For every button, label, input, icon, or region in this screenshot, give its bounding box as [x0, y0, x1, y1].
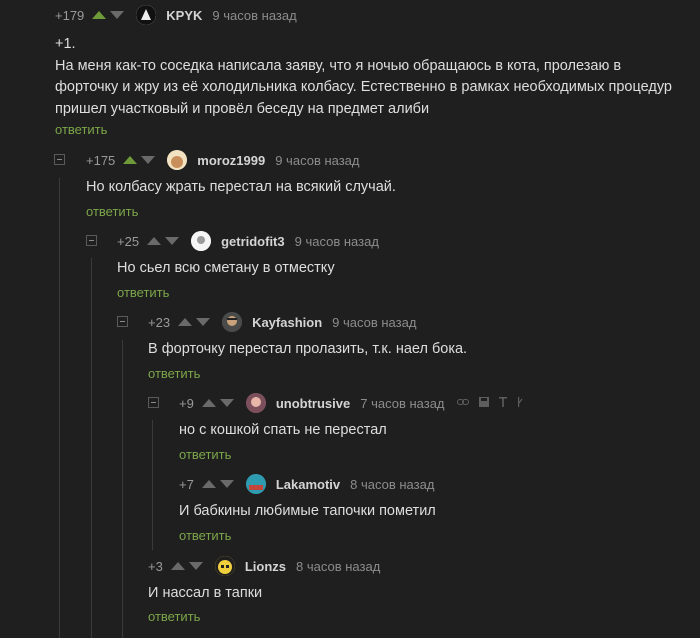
- comment-time[interactable]: 9 часов назад: [212, 8, 296, 23]
- comment-time[interactable]: 9 часов назад: [332, 315, 416, 330]
- avatar[interactable]: [136, 5, 157, 25]
- reply-link[interactable]: ответить: [148, 366, 200, 381]
- collapse-toggle[interactable]: [117, 316, 128, 327]
- upvote-icon[interactable]: [92, 11, 107, 19]
- comment-rating: +23: [148, 314, 171, 330]
- avatar[interactable]: [191, 231, 212, 251]
- comment-text: Но сьел всю сметану в отместку: [117, 260, 335, 276]
- downvote-icon[interactable]: [188, 562, 203, 570]
- comment-author[interactable]: Lakamotiv: [276, 477, 340, 492]
- collapse-toggle[interactable]: [54, 154, 65, 165]
- downvote-icon[interactable]: [110, 11, 125, 19]
- link-icon[interactable]: [456, 397, 469, 410]
- comment-rating: +3: [148, 558, 163, 574]
- save-icon[interactable]: [478, 396, 489, 410]
- comment-time[interactable]: 9 часов назад: [275, 153, 359, 168]
- avatar[interactable]: [245, 393, 266, 413]
- avatar[interactable]: [214, 556, 235, 576]
- upvote-icon[interactable]: [123, 156, 138, 164]
- comment-text: Но колбасу жрать перестал на всякий случ…: [86, 179, 396, 195]
- reply-link[interactable]: ответить: [148, 609, 200, 624]
- comment-time[interactable]: 8 часов назад: [350, 477, 434, 492]
- comment-time[interactable]: 7 часов назад: [360, 396, 444, 411]
- comment-author[interactable]: getridofit3: [221, 234, 285, 249]
- reply-link[interactable]: ответить: [86, 204, 138, 219]
- thread-line: [152, 420, 153, 550]
- upvote-icon[interactable]: [170, 562, 185, 570]
- downvote-icon[interactable]: [219, 480, 234, 488]
- upvote-icon[interactable]: [201, 399, 216, 407]
- comment-rating: +7: [179, 476, 194, 492]
- thread-line: [91, 258, 92, 638]
- comment-rating: +9: [179, 395, 194, 411]
- avatar[interactable]: [245, 474, 266, 494]
- comment-rating: +175: [86, 152, 116, 168]
- comment-rating: +25: [117, 233, 140, 249]
- comment-rating: +179: [55, 7, 85, 23]
- more-icon[interactable]: [517, 396, 523, 410]
- comment-text: +1. На меня как-то соседка написала заяв…: [55, 36, 672, 117]
- upvote-icon[interactable]: [178, 318, 193, 326]
- comment-time[interactable]: 8 часов назад: [296, 559, 380, 574]
- reply-link[interactable]: ответить: [179, 528, 231, 543]
- thread-line: [59, 178, 60, 638]
- downvote-icon[interactable]: [165, 237, 180, 245]
- comment-author[interactable]: Kayfashion: [252, 315, 322, 330]
- reply-link[interactable]: ответить: [55, 122, 107, 137]
- avatar[interactable]: [222, 312, 243, 332]
- avatar[interactable]: [167, 150, 188, 170]
- upvote-icon[interactable]: [201, 480, 216, 488]
- comment-author[interactable]: unobtrusive: [276, 396, 350, 411]
- comment-text: В форточку перестал пролазить, т.к. наел…: [148, 341, 468, 357]
- pin-icon[interactable]: [498, 396, 507, 410]
- comment-text: но с кошкой спать не перестал: [179, 422, 387, 438]
- comment-author[interactable]: KPYK: [166, 8, 202, 23]
- downvote-icon[interactable]: [141, 156, 156, 164]
- comment-text: И бабкины любимые тапочки пометил: [179, 503, 436, 519]
- downvote-icon[interactable]: [219, 399, 234, 407]
- reply-link[interactable]: ответить: [179, 447, 231, 462]
- comment-time[interactable]: 9 часов назад: [295, 234, 379, 249]
- comment-text: И нассал в тапки: [148, 585, 263, 601]
- downvote-icon[interactable]: [196, 318, 211, 326]
- upvote-icon[interactable]: [147, 237, 162, 245]
- collapse-toggle[interactable]: [148, 397, 159, 408]
- collapse-toggle[interactable]: [86, 235, 97, 246]
- reply-link[interactable]: ответить: [117, 285, 169, 300]
- comment-author[interactable]: moroz1999: [197, 153, 265, 168]
- comment-author[interactable]: Lionzs: [245, 559, 286, 574]
- thread-line: [122, 340, 123, 638]
